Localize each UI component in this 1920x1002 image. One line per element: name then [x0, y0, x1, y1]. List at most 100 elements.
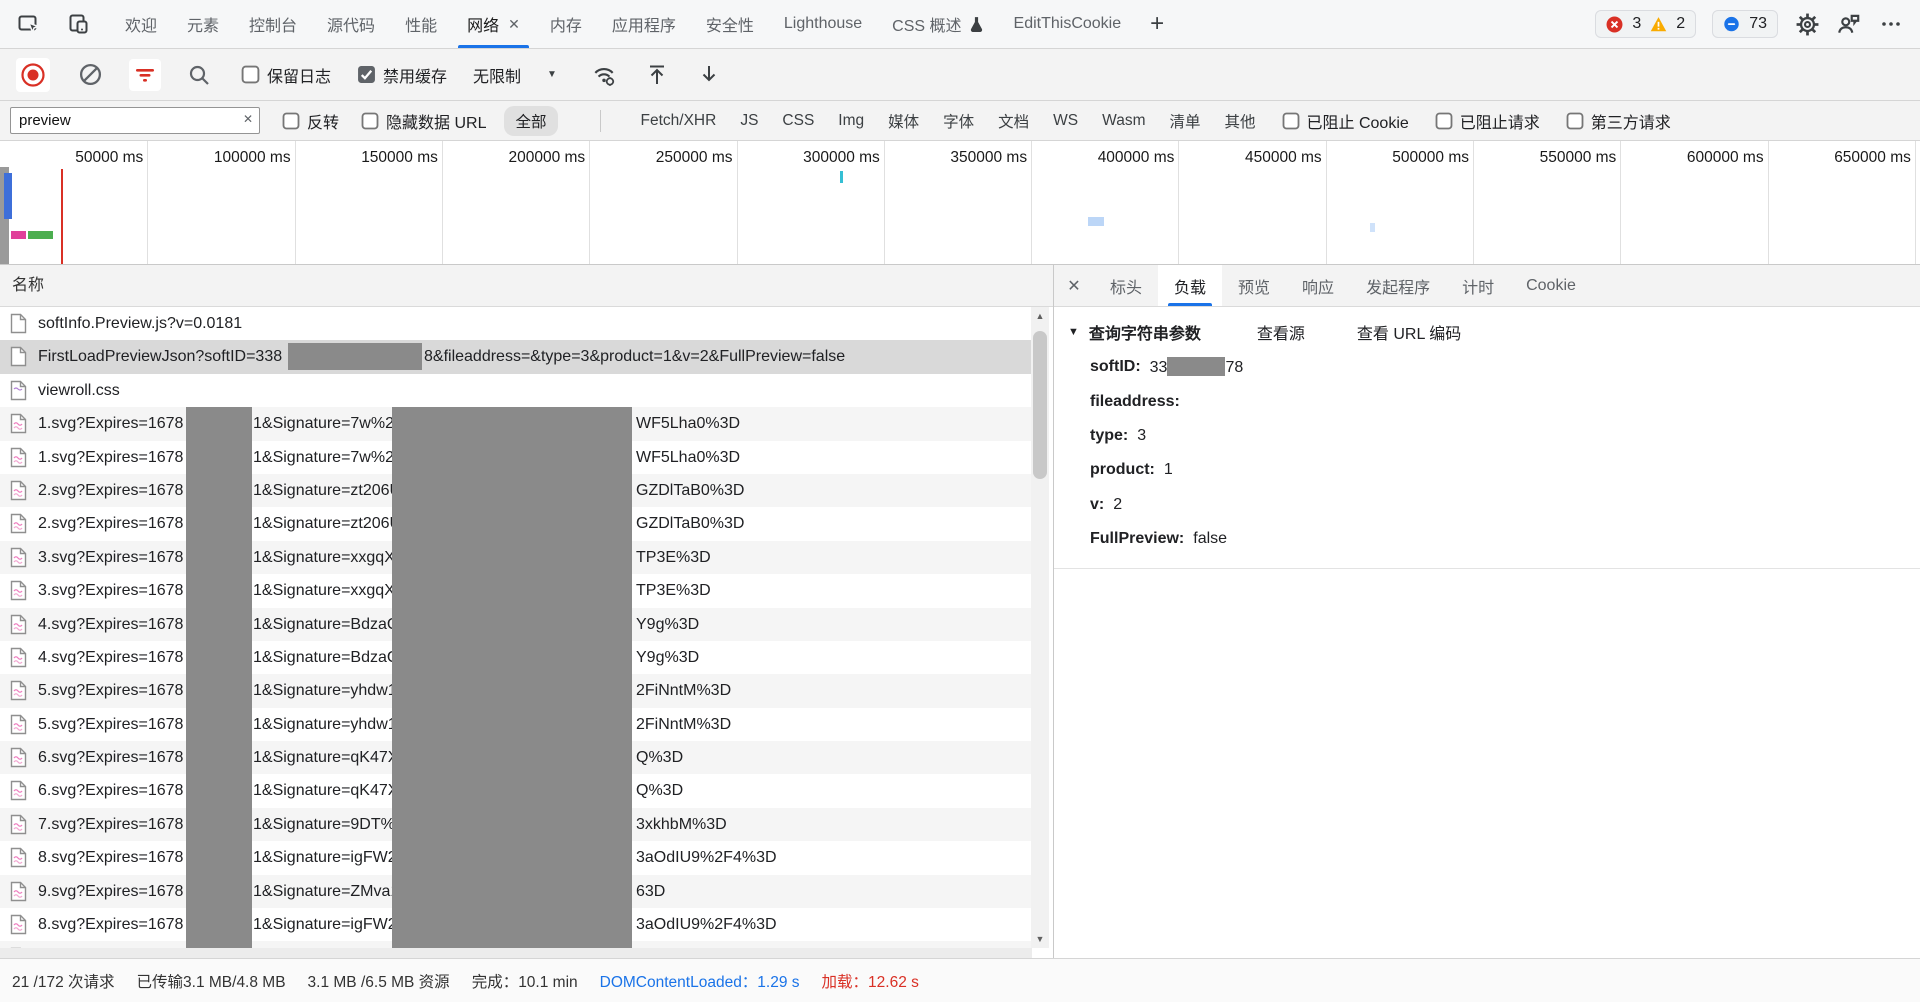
details-tabs: ✕ 标头负载预览响应发起程序计时 Cookie: [1054, 265, 1920, 307]
blocked-cookies-label: 已阻止 Cookie: [1307, 109, 1409, 133]
detail-tab-label: 标头: [1110, 274, 1142, 298]
filter-manifest[interactable]: 清单: [1169, 110, 1200, 132]
clear-network-log-button[interactable]: [78, 62, 103, 87]
search-icon[interactable]: [187, 63, 211, 87]
clear-filter-icon[interactable]: ✕: [243, 112, 253, 126]
export-har-icon[interactable]: [697, 63, 721, 87]
tab-cookies[interactable]: Cookie: [1510, 265, 1592, 306]
third-party-checkbox[interactable]: 第三方请求: [1566, 109, 1671, 133]
horizontal-scrollbar[interactable]: [0, 948, 1032, 958]
tab-sources[interactable]: 源代码: [312, 0, 390, 48]
disable-cache-checkbox[interactable]: 禁用缓存: [357, 63, 447, 87]
errors-warnings-badge[interactable]: 3 2: [1595, 10, 1696, 38]
request-name-mid: 1&Signature=zt206U: [253, 474, 401, 507]
detail-tab-label: 响应: [1302, 274, 1334, 298]
scroll-up-icon[interactable]: ▲: [1031, 307, 1049, 325]
requests-panel: 名称 softInfo.Preview.js?v=0.0181FirstLoad…: [0, 265, 1054, 958]
tab-preview[interactable]: 预览: [1222, 265, 1286, 306]
tab-elements[interactable]: 元素: [172, 0, 234, 48]
request-name-mid: 1&Signature=ZMva1: [253, 875, 399, 908]
more-menu-icon[interactable]: [1878, 11, 1904, 37]
timeline-tick-label: 600000 ms: [1598, 149, 1764, 167]
tab-performance[interactable]: 性能: [390, 0, 452, 48]
filter-media[interactable]: 媒体: [888, 110, 919, 132]
request-name-mid: 1&Signature=BdzaC: [253, 608, 398, 641]
invert-filter-checkbox[interactable]: 反转: [282, 109, 339, 133]
param-row: type:3: [1090, 419, 1920, 453]
request-name-prefix: 6.svg?Expires=1678: [38, 774, 183, 807]
detail-tab-label: Cookie: [1526, 277, 1576, 295]
requests-name-column-header[interactable]: 名称: [0, 265, 1053, 307]
filter-js[interactable]: JS: [740, 112, 758, 130]
request-name-prefix: 8.svg?Expires=1678: [38, 908, 183, 941]
new-tab-button[interactable]: +: [1136, 10, 1178, 38]
tab-network[interactable]: 网络 ✕: [452, 0, 535, 48]
tab-memory[interactable]: 内存: [535, 0, 597, 48]
view-source-link[interactable]: 查看源: [1257, 320, 1305, 344]
vertical-scrollbar[interactable]: ▲ ▼: [1031, 307, 1049, 948]
feedback-icon[interactable]: [1836, 11, 1862, 37]
tab-headers[interactable]: 标头: [1094, 265, 1158, 306]
timeline-tick-label: 300000 ms: [714, 149, 880, 167]
filter-css[interactable]: CSS: [782, 112, 814, 130]
device-toolbar-icon[interactable]: [66, 11, 92, 37]
request-name-tail: 2FiNntM%3D: [636, 708, 731, 741]
tab-welcome[interactable]: 欢迎: [110, 0, 172, 48]
scrollbar-thumb[interactable]: [1033, 331, 1047, 479]
hide-data-url-checkbox[interactable]: 隐藏数据 URL: [361, 109, 486, 133]
section-expander-icon[interactable]: ▼: [1068, 326, 1079, 338]
close-details-icon[interactable]: ✕: [1054, 265, 1094, 306]
tab-application[interactable]: 应用程序: [597, 0, 691, 48]
timeline-tick-label: 100000 ms: [125, 149, 291, 167]
tab-css-overview[interactable]: CSS 概述: [877, 0, 998, 48]
tab-security[interactable]: 安全性: [691, 0, 769, 48]
request-name-tail: GZDlTaB0%3D: [636, 474, 744, 507]
request-name-tail: 3aOdIU9%2F4%3D: [636, 908, 777, 941]
section-divider: [1054, 568, 1920, 569]
filter-toggle-button[interactable]: [129, 59, 161, 91]
import-har-icon[interactable]: [645, 63, 669, 87]
request-row[interactable]: viewroll.css: [0, 374, 1031, 407]
network-tab-close-icon[interactable]: ✕: [508, 16, 520, 33]
filter-input[interactable]: [10, 107, 260, 134]
settings-gear-icon[interactable]: [1794, 11, 1820, 37]
timeline-activity-segment: [28, 231, 53, 239]
redaction-overlay: [392, 407, 632, 948]
filter-all[interactable]: 全部: [504, 106, 557, 136]
tab-response[interactable]: 响应: [1286, 265, 1350, 306]
network-conditions-icon[interactable]: [591, 62, 617, 88]
blocked-requests-checkbox[interactable]: 已阻止请求: [1435, 109, 1540, 133]
tab-payload[interactable]: 负载: [1158, 265, 1222, 306]
filter-other[interactable]: 其他: [1225, 110, 1256, 132]
tab-editthiscookie[interactable]: EditThisCookie: [999, 0, 1137, 48]
view-url-encoded-link[interactable]: 查看 URL 编码: [1357, 320, 1461, 344]
filter-fetch-xhr[interactable]: Fetch/XHR: [641, 112, 717, 130]
redaction-overlay: [186, 407, 252, 948]
request-name-prefix: 1.svg?Expires=1678: [38, 407, 183, 440]
tab-initiator[interactable]: 发起程序: [1350, 265, 1446, 306]
filter-doc[interactable]: 文档: [998, 110, 1029, 132]
request-row[interactable]: FirstLoadPreviewJson?softID=3388&fileadd…: [0, 340, 1031, 373]
status-transferred: 已传输3.1 MB/4.8 MB: [137, 970, 286, 992]
request-name-mid: 1&Signature=yhdw1: [253, 708, 397, 741]
request-name-tail: TP3E%3D: [636, 574, 711, 607]
redaction-box: [1167, 357, 1225, 376]
preserve-log-checkbox[interactable]: 保留日志: [241, 63, 331, 87]
tab-console[interactable]: 控制台: [234, 0, 312, 48]
filter-font[interactable]: 字体: [943, 110, 974, 132]
network-overview-timeline[interactable]: 50000 ms100000 ms150000 ms200000 ms25000…: [0, 141, 1920, 265]
messages-badge[interactable]: 73: [1712, 10, 1778, 38]
request-row[interactable]: softInfo.Preview.js?v=0.0181: [0, 307, 1031, 340]
throttling-select[interactable]: 无限制 ▼: [473, 63, 557, 87]
inspect-element-icon[interactable]: [16, 11, 42, 37]
filter-wasm[interactable]: Wasm: [1102, 112, 1145, 130]
record-network-log-button[interactable]: [16, 58, 50, 92]
scroll-down-icon[interactable]: ▼: [1031, 930, 1049, 948]
tab-label: 网络: [467, 12, 499, 36]
filter-ws[interactable]: WS: [1053, 112, 1078, 130]
tab-lighthouse[interactable]: Lighthouse: [769, 0, 877, 48]
filter-img[interactable]: Img: [838, 112, 864, 130]
status-domcontentloaded: DOMContentLoaded：1.29 s: [600, 970, 800, 992]
tab-timing[interactable]: 计时: [1446, 265, 1510, 306]
blocked-cookies-checkbox[interactable]: 已阻止 Cookie: [1282, 109, 1409, 133]
